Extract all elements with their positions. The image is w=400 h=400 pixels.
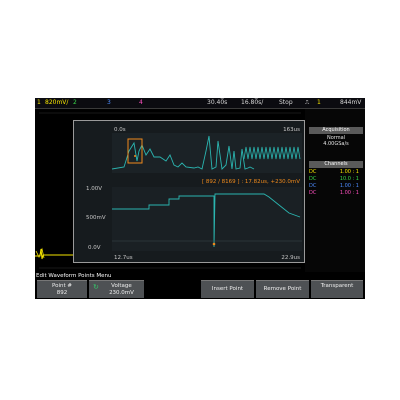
- ch3-coupling: DC: [309, 183, 317, 189]
- channel-row-1: DC 1.00 : 1: [309, 169, 363, 175]
- voltage-softkey[interactable]: ↻ Voltage 230.0mV: [89, 280, 144, 298]
- y-axis-min: 0.0V: [88, 245, 101, 251]
- softkey-menu: Point # 892 ↻ Voltage 230.0mV Insert Poi…: [35, 279, 365, 299]
- horizontal-delay[interactable]: 30.40̅s: [207, 98, 227, 108]
- selected-point-marker: [212, 242, 216, 246]
- ch1-indicator[interactable]: 1: [37, 98, 41, 108]
- transparent-label: Transparent: [320, 283, 354, 289]
- trigger-level[interactable]: 844mV: [340, 98, 361, 108]
- insert-point-label: Insert Point: [211, 286, 244, 292]
- sample-rate: 4.00GSa/s: [323, 141, 349, 147]
- trigger-channel: 1: [317, 99, 321, 106]
- channels-header: Channels: [309, 161, 363, 168]
- run-state[interactable]: Stop: [279, 98, 293, 108]
- voltage-value: 230.0mV: [109, 290, 134, 296]
- overview-start-label: 0.0s: [114, 127, 126, 133]
- trigger-edge-icon: ⎍: [305, 99, 310, 106]
- info-panel: Acquisition Normal 4.00GSa/s Channels DC…: [305, 109, 365, 272]
- x-axis-end: 22.9us: [281, 255, 300, 261]
- y-axis-mid: 500mV: [86, 215, 106, 221]
- overview-end-label: 163us: [283, 127, 300, 133]
- channel-row-2: DC 10.0 : 1: [309, 176, 363, 182]
- remove-point-label: Remove Point: [263, 286, 302, 292]
- point-readout: [ 892 / 8169 ] : 17.82us, +230.0mV: [202, 179, 300, 185]
- point-number-softkey[interactable]: Point # 892: [37, 280, 87, 298]
- ch2-probe-ratio: 10.0 : 1: [339, 176, 359, 182]
- edit-waveform-dialog[interactable]: 0.0s 163us [ 892 / 8169 ] : 17.82us, +23…: [73, 120, 305, 263]
- y-axis-max: 1.00V: [86, 186, 102, 192]
- entry-knob-icon: ↻: [93, 283, 99, 291]
- waveform-editor: 0.0s 163us [ 892 / 8169 ] : 17.82us, +23…: [86, 127, 302, 261]
- ch3-probe-ratio: 1.00 : 1: [339, 183, 359, 189]
- channel-row-3: DC 1.00 : 1: [309, 183, 363, 189]
- oscilloscope-display: 1 820mV/ 2 3 4 30.40̅s 16.80̅s/ Stop ⎍ 1…: [35, 98, 365, 299]
- acquisition-header: Acquisition: [309, 127, 363, 134]
- zoom-panel: [112, 187, 302, 251]
- overview-point-marker: [134, 155, 136, 157]
- insert-point-button[interactable]: Insert Point: [201, 280, 254, 298]
- ch4-indicator[interactable]: 4: [139, 98, 143, 108]
- ch1-coupling: DC: [309, 169, 317, 175]
- point-number-label: Point #: [51, 283, 72, 289]
- ch3-indicator[interactable]: 3: [107, 98, 111, 108]
- point-number-value: 892: [56, 290, 68, 296]
- transparent-softkey[interactable]: Transparent: [311, 280, 363, 298]
- ch1-probe-ratio: 1.00 : 1: [339, 169, 359, 175]
- status-bar: 1 820mV/ 2 3 4 30.40̅s 16.80̅s/ Stop ⎍ 1…: [35, 98, 365, 109]
- x-axis-start: 12.7us: [114, 255, 133, 261]
- remove-point-button[interactable]: Remove Point: [256, 280, 309, 298]
- voltage-label: Voltage: [111, 283, 132, 289]
- timebase-scale[interactable]: 16.80̅s/: [241, 98, 263, 108]
- channel-row-4: DC 1.00 : 1: [309, 190, 363, 196]
- ch2-coupling: DC: [309, 176, 317, 182]
- ch2-indicator[interactable]: 2: [73, 98, 77, 108]
- ch4-probe-ratio: 1.00 : 1: [339, 190, 359, 196]
- ch4-coupling: DC: [309, 190, 317, 196]
- ch1-scale[interactable]: 820mV/: [45, 98, 68, 108]
